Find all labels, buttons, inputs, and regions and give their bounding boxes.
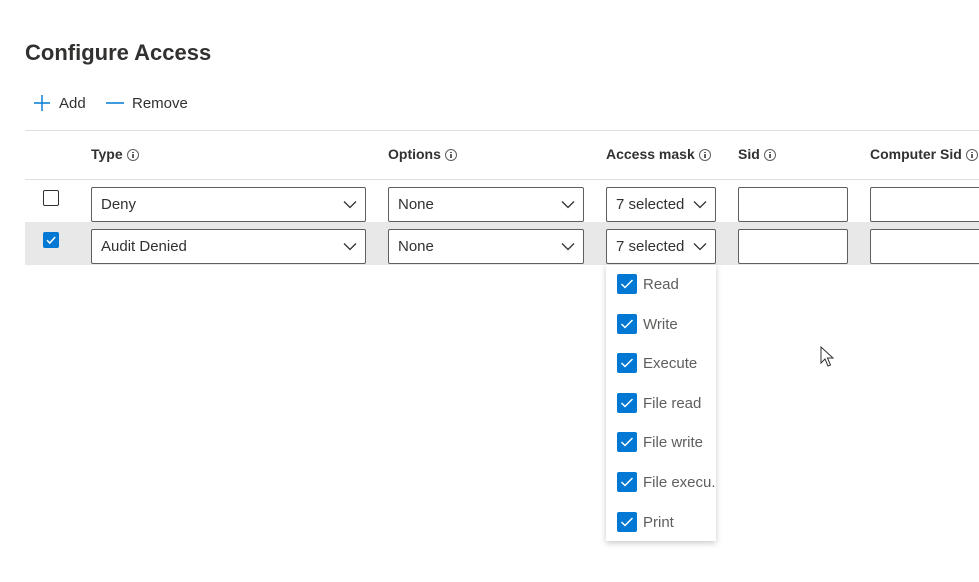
checkbox-checked-icon bbox=[617, 472, 637, 492]
chevron-down-icon bbox=[343, 243, 357, 251]
checkbox-checked-icon bbox=[617, 393, 637, 413]
checkbox-checked-icon bbox=[617, 353, 637, 373]
toolbar-divider bbox=[25, 130, 979, 131]
info-icon[interactable] bbox=[126, 149, 139, 161]
column-header-computer-sid: Computer Sid bbox=[870, 146, 978, 162]
column-header-options: Options bbox=[388, 146, 457, 162]
column-header-access-mask: Access mask bbox=[606, 146, 711, 162]
chevron-down-icon bbox=[693, 243, 707, 251]
minus-icon bbox=[106, 102, 124, 104]
info-icon[interactable] bbox=[444, 149, 457, 161]
remove-label: Remove bbox=[132, 94, 188, 112]
chevron-down-icon bbox=[343, 201, 357, 209]
access-mask-option-read[interactable]: Read bbox=[606, 269, 716, 299]
chevron-down-icon bbox=[561, 243, 575, 251]
sid-input[interactable] bbox=[738, 187, 848, 222]
page-title: Configure Access bbox=[25, 40, 212, 65]
add-label: Add bbox=[59, 94, 86, 112]
access-mask-option-print[interactable]: Print bbox=[606, 507, 716, 537]
row-checkbox[interactable] bbox=[43, 190, 59, 206]
access-mask-option-write[interactable]: Write bbox=[606, 309, 716, 339]
type-dropdown[interactable]: Audit Denied bbox=[91, 229, 366, 264]
checkbox-checked-icon bbox=[617, 274, 637, 294]
checkbox-checked-icon bbox=[617, 314, 637, 334]
column-header-type: Type bbox=[91, 146, 139, 162]
access-mask-option-file-execute[interactable]: File execu... bbox=[606, 467, 716, 497]
info-icon[interactable] bbox=[763, 149, 776, 161]
row-checkbox[interactable] bbox=[43, 232, 59, 248]
info-icon[interactable] bbox=[965, 149, 978, 161]
chevron-down-icon bbox=[561, 201, 575, 209]
checkbox-checked-icon bbox=[617, 432, 637, 452]
column-header-sid: Sid bbox=[738, 146, 776, 162]
chevron-down-icon bbox=[693, 201, 707, 209]
add-button[interactable]: Add bbox=[33, 94, 86, 112]
access-mask-menu: Read Write Execute File read File write … bbox=[606, 265, 716, 541]
access-mask-option-file-read[interactable]: File read bbox=[606, 388, 716, 418]
access-mask-dropdown[interactable]: 7 selected bbox=[606, 229, 716, 264]
plus-icon bbox=[34, 95, 50, 111]
access-mask-dropdown[interactable]: 7 selected bbox=[606, 187, 716, 222]
type-dropdown[interactable]: Deny bbox=[91, 187, 366, 222]
options-dropdown[interactable]: None bbox=[388, 187, 584, 222]
checkmark-icon bbox=[46, 236, 56, 245]
computer-sid-input[interactable] bbox=[870, 229, 979, 264]
checkbox-checked-icon bbox=[617, 512, 637, 532]
options-dropdown[interactable]: None bbox=[388, 229, 584, 264]
access-mask-option-execute[interactable]: Execute bbox=[606, 348, 716, 378]
mouse-cursor-icon bbox=[820, 346, 834, 367]
info-icon[interactable] bbox=[698, 149, 711, 161]
remove-button[interactable]: Remove bbox=[106, 94, 188, 112]
access-mask-option-file-write[interactable]: File write bbox=[606, 427, 716, 457]
header-divider bbox=[25, 179, 979, 180]
sid-input[interactable] bbox=[738, 229, 848, 264]
computer-sid-input[interactable] bbox=[870, 187, 979, 222]
